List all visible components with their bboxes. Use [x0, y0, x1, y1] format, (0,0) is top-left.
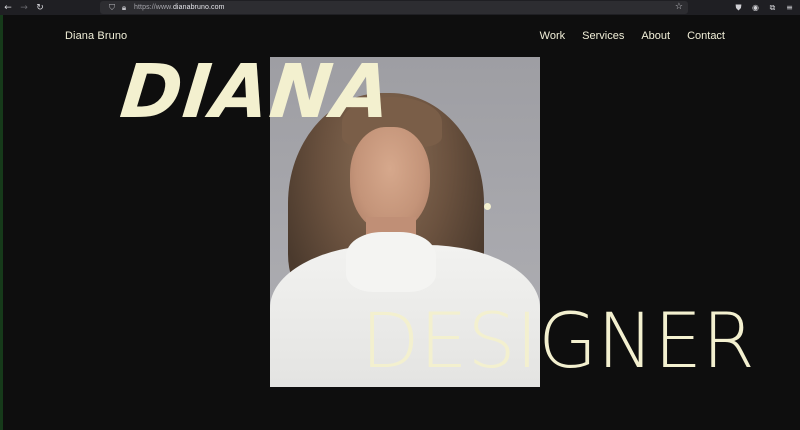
shield-icon[interactable]: ⛉ [106, 3, 118, 13]
pocket-icon[interactable]: ⛊ [732, 1, 745, 14]
hero-title-bottom: DESIGNER [361, 296, 755, 385]
back-button[interactable]: ← [0, 0, 16, 15]
extensions-icon[interactable]: ⧉ [766, 1, 779, 14]
lock-icon[interactable]: 🔒︎ [118, 3, 130, 13]
site-brand[interactable]: Diana Bruno [65, 30, 127, 42]
nav-work[interactable]: Work [540, 30, 565, 42]
hero-title-top: DIANA [116, 49, 396, 135]
nav-contact[interactable]: Contact [687, 30, 725, 42]
address-bar[interactable]: ⛉ 🔒︎ https://www.dianabruno.com ☆ [100, 1, 688, 14]
menu-icon[interactable]: ≡ [783, 1, 796, 14]
portrait-collar [346, 232, 436, 292]
account-icon[interactable]: ◉ [749, 1, 762, 14]
bookmark-star-icon[interactable]: ☆ [675, 1, 683, 14]
reload-button[interactable]: ↻ [32, 0, 48, 15]
nav-about[interactable]: About [641, 30, 670, 42]
nav-services[interactable]: Services [582, 30, 624, 42]
page-content: Diana Bruno Work Services About Contact … [0, 15, 800, 430]
main-nav: Work Services About Contact [540, 30, 725, 42]
custom-cursor-dot [484, 203, 491, 210]
browser-toolbar: ← → ↻ ⛉ 🔒︎ https://www.dianabruno.com ☆ … [0, 0, 800, 15]
forward-button[interactable]: → [16, 0, 32, 15]
url-text[interactable]: https://www.dianabruno.com [134, 4, 225, 11]
